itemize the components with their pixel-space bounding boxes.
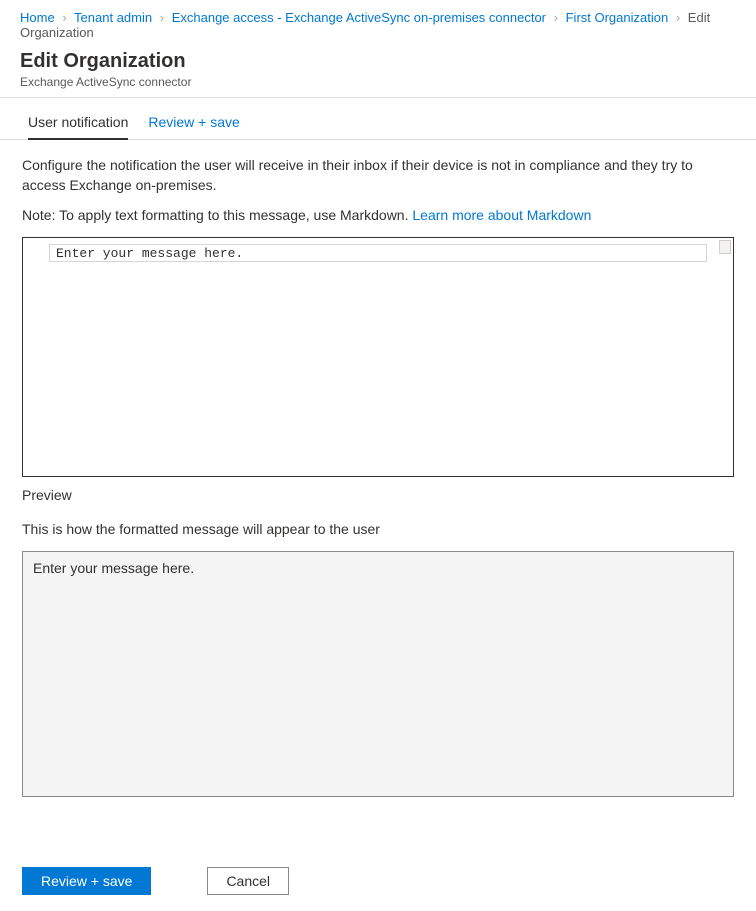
message-editor-container: Enter your message here. — [22, 237, 734, 477]
preview-label: Preview — [22, 487, 734, 503]
breadcrumb-link-exchange-access[interactable]: Exchange access - Exchange ActiveSync on… — [172, 10, 546, 25]
chevron-right-icon: › — [676, 10, 680, 25]
preview-content: Enter your message here. — [33, 560, 194, 576]
tab-user-notification[interactable]: User notification — [28, 114, 128, 140]
breadcrumb-link-first-organization[interactable]: First Organization — [566, 10, 669, 25]
chevron-right-icon: › — [62, 10, 66, 25]
breadcrumb-link-home[interactable]: Home — [20, 10, 55, 25]
page-title: Edit Organization — [20, 50, 736, 73]
tabs: User notification Review + save — [0, 98, 756, 140]
chevron-right-icon: › — [554, 10, 558, 25]
content-area: Configure the notification the user will… — [0, 140, 756, 797]
preview-description: This is how the formatted message will a… — [22, 521, 734, 537]
breadcrumb-link-tenant-admin[interactable]: Tenant admin — [74, 10, 152, 25]
scrollbar-corner — [719, 240, 731, 254]
footer-actions: Review + save Cancel — [0, 855, 756, 911]
preview-box: Enter your message here. — [22, 551, 734, 797]
learn-more-markdown-link[interactable]: Learn more about Markdown — [412, 207, 591, 223]
breadcrumb: Home › Tenant admin › Exchange access - … — [0, 0, 756, 48]
page-header: Edit Organization Exchange ActiveSync co… — [0, 48, 756, 98]
message-editor[interactable]: Enter your message here. — [49, 244, 707, 262]
note-text: Note: To apply text formatting to this m… — [22, 207, 734, 223]
note-prefix: Note: To apply text formatting to this m… — [22, 207, 412, 223]
page-subtitle: Exchange ActiveSync connector — [20, 75, 736, 89]
tab-review-save[interactable]: Review + save — [148, 114, 239, 140]
chevron-right-icon: › — [160, 10, 164, 25]
review-save-button[interactable]: Review + save — [22, 867, 151, 895]
cancel-button[interactable]: Cancel — [207, 867, 289, 895]
intro-text: Configure the notification the user will… — [22, 156, 734, 195]
